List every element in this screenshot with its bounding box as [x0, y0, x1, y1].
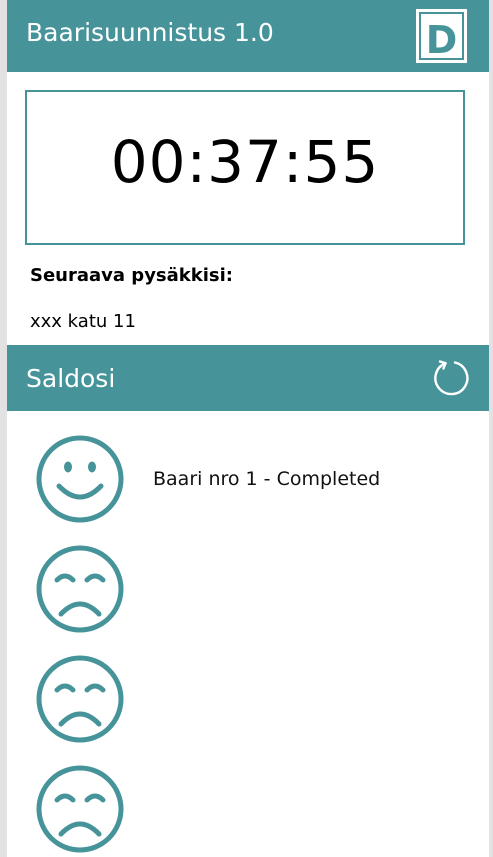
sad-face-icon: [36, 765, 124, 853]
app-window: Baarisuunnistus 1.0 D 00:37:55 Seuraava …: [7, 0, 489, 857]
app-header: Baarisuunnistus 1.0 D: [7, 0, 489, 72]
countdown-timer: 00:37:55: [25, 90, 465, 245]
sad-face-icon: [36, 655, 124, 743]
bar-list-item: [7, 764, 489, 857]
balance-title: Saldosi: [26, 364, 116, 393]
smiley-face-icon: [36, 435, 124, 523]
logo-letter: D: [426, 18, 458, 62]
sad-face-icon: [36, 545, 124, 633]
next-stop-address: xxx katu 11: [30, 311, 136, 332]
bar-list-item: [7, 654, 489, 764]
next-stop-label: Seuraava pysäkkisi:: [30, 265, 233, 286]
timer-value: 00:37:55: [110, 128, 380, 196]
bar-list-item: [7, 544, 489, 654]
bar-status-label: Baari nro 1 - Completed: [153, 468, 381, 490]
balance-header: Saldosi: [7, 345, 489, 411]
refresh-icon[interactable]: [431, 358, 471, 398]
bar-list-item: Baari nro 1 - Completed: [7, 434, 489, 544]
logo-icon: D: [416, 9, 467, 63]
app-title: Baarisuunnistus 1.0: [26, 18, 274, 47]
